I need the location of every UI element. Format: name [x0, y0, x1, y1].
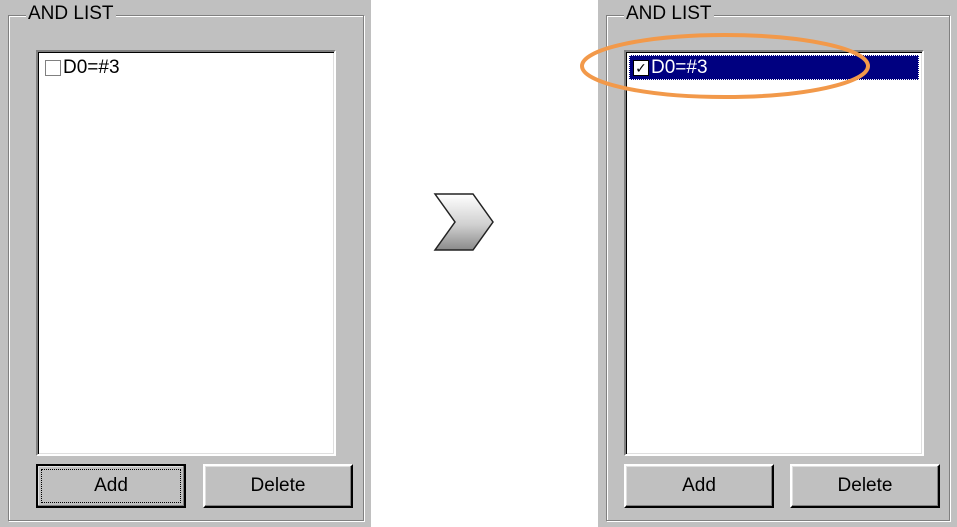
highlight-ellipse: [580, 33, 870, 99]
add-button[interactable]: Add: [624, 464, 774, 508]
chevron-right-icon: [433, 193, 494, 251]
and-list-panel-before: AND LIST D0=#3 Add Delete: [0, 0, 371, 527]
delete-button[interactable]: Delete: [790, 464, 940, 508]
item-checkbox[interactable]: [45, 59, 61, 76]
list-item[interactable]: D0=#3: [41, 55, 331, 80]
add-button[interactable]: Add: [36, 464, 186, 508]
delete-button[interactable]: Delete: [203, 464, 353, 508]
group-title: AND LIST: [624, 3, 714, 24]
group-title: AND LIST: [26, 3, 116, 24]
and-list-box[interactable]: D0=#3: [36, 50, 336, 456]
list-item-label: D0=#3: [63, 56, 120, 78]
